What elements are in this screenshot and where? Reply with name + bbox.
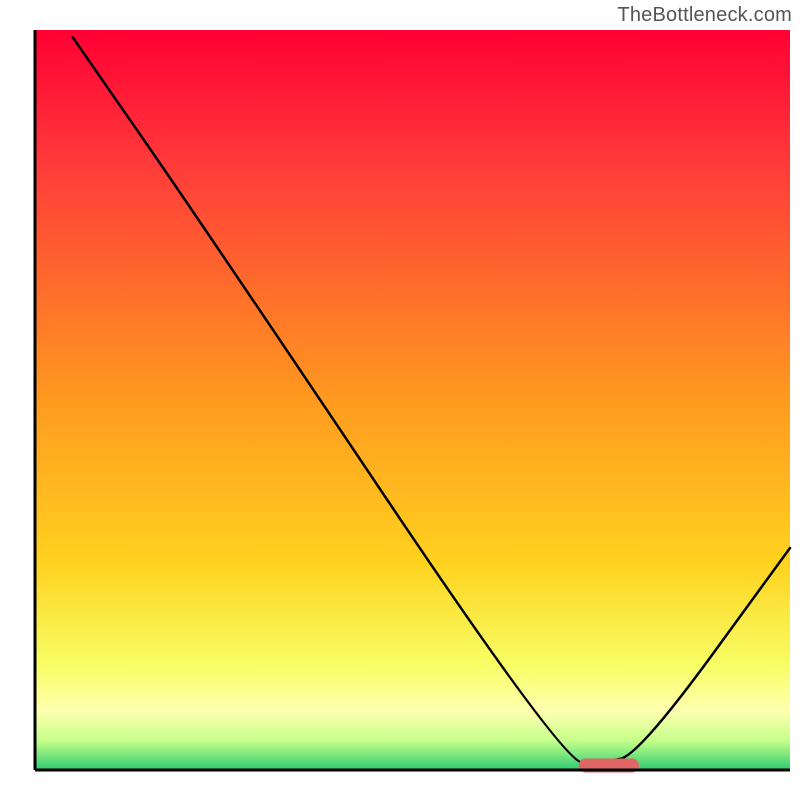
watermark-text: TheBottleneck.com [617, 4, 792, 27]
chart-svg [0, 0, 800, 800]
chart-container: TheBottleneck.com [0, 0, 800, 800]
gradient-background [35, 30, 790, 770]
